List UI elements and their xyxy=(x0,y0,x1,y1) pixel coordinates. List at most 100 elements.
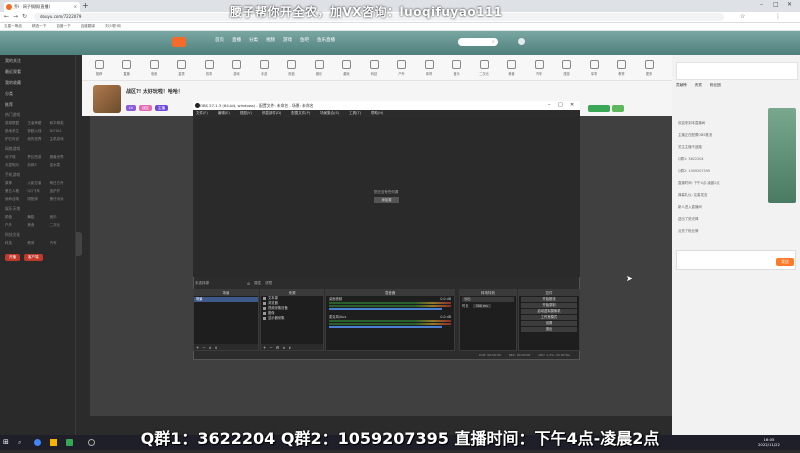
bookmark-item[interactable]: 精选一下 xyxy=(32,24,46,29)
sidebar-collapse-handle[interactable] xyxy=(76,232,82,256)
share-button[interactable] xyxy=(612,105,624,112)
remove-scene-icon[interactable]: − xyxy=(202,345,205,350)
sidebar-link[interactable]: 剑网3 xyxy=(27,163,47,168)
bookmark-item[interactable]: 刘少聪·网 xyxy=(105,24,121,29)
category-item[interactable]: 星秀 xyxy=(175,60,189,76)
sidebar-link[interactable]: 第五人格 xyxy=(5,189,25,194)
bookmark-item[interactable]: 百度一下 xyxy=(56,24,70,29)
sidebar-item-follow[interactable]: 我的关注 xyxy=(0,55,75,66)
sidebar-link[interactable]: QQ飞车 xyxy=(27,189,47,194)
gear-icon[interactable]: ⚙ xyxy=(276,345,280,350)
maximize-button[interactable]: □ xyxy=(773,1,779,8)
add-scene-icon[interactable]: + xyxy=(196,345,199,350)
sidebar-link[interactable]: 穿越火线 xyxy=(27,129,47,134)
sidebar-link[interactable]: 颜值 xyxy=(5,215,25,220)
nav-yule[interactable]: 鱼乐直播 xyxy=(317,37,335,43)
nav-games[interactable]: 游戏 xyxy=(283,37,292,43)
sidebar-link[interactable]: 逆水寒 xyxy=(50,163,70,168)
category-item[interactable]: 军事 xyxy=(587,60,601,76)
sidebar-link[interactable]: 地下城 xyxy=(5,155,25,160)
obs-minimize-button[interactable]: – xyxy=(548,102,551,108)
sidebar-item-category[interactable]: 分类 xyxy=(0,88,75,99)
category-item[interactable]: 推荐 xyxy=(92,60,106,76)
sidebar-link[interactable]: 科技 xyxy=(5,241,25,246)
sidebar-link[interactable]: 户外 xyxy=(5,223,25,228)
category-item[interactable]: 更多 xyxy=(642,60,656,76)
sidebar-link[interactable]: 教育 xyxy=(27,241,47,246)
sidebar-link[interactable]: 美食 xyxy=(27,223,47,228)
transition-select[interactable]: 淡出 xyxy=(462,297,514,302)
nav-video[interactable]: 视频 xyxy=(266,37,275,43)
sidebar-link[interactable]: 我的世界 xyxy=(27,137,47,142)
forward-icon[interactable]: → xyxy=(13,13,18,20)
bookmark-item[interactable]: 百度翻译 xyxy=(81,24,95,29)
sidebar-link[interactable]: 音乐 xyxy=(50,215,70,220)
sidebar-link[interactable]: 魔兽世界 xyxy=(50,155,70,160)
category-item[interactable]: 娱乐 xyxy=(312,60,326,76)
avatar[interactable] xyxy=(518,38,525,45)
move-up-icon[interactable]: ∧ xyxy=(209,345,212,350)
sidebar-link[interactable]: 舞蹈 xyxy=(27,215,47,220)
duration-input[interactable]: 300 ms xyxy=(472,303,491,308)
search-icon[interactable]: ⌕ xyxy=(492,39,495,45)
sidebar-link[interactable]: 主机游戏 xyxy=(50,137,70,142)
sidebar-link[interactable]: 明日方舟 xyxy=(50,181,70,186)
minimize-button[interactable]: – xyxy=(760,1,763,8)
sidebar-link[interactable]: 梦幻西游 xyxy=(27,155,47,160)
gear-icon[interactable]: ⚙ xyxy=(247,282,250,286)
volume-slider[interactable] xyxy=(329,326,442,328)
category-item[interactable]: 游戏 xyxy=(230,60,244,76)
filters-button[interactable]: 滤镜 xyxy=(265,281,272,286)
obs-close-button[interactable]: ✕ xyxy=(570,102,574,108)
source-item[interactable]: 显示器采集 xyxy=(261,316,323,321)
menu-icon[interactable]: ⋮ xyxy=(775,13,781,20)
obs-menu-scene-collection[interactable]: 场景集合(S) xyxy=(320,111,339,116)
nav-home[interactable]: 首页 xyxy=(215,37,224,43)
remove-source-icon[interactable]: − xyxy=(269,345,272,350)
obs-menu-help[interactable]: 帮助(H) xyxy=(371,111,383,116)
exit-button[interactable]: 退出 xyxy=(521,327,577,332)
scene-item[interactable]: 场景 xyxy=(194,297,258,302)
sidebar-link[interactable]: 火影忍者 xyxy=(27,181,47,186)
volume-slider[interactable] xyxy=(329,308,442,310)
sidebar-link[interactable]: 二次元 xyxy=(50,223,70,228)
sidebar-link[interactable]: 和平精英 xyxy=(50,121,70,126)
nav-yuba[interactable]: 鱼吧 xyxy=(300,37,309,43)
category-item[interactable]: 手游 xyxy=(257,60,271,76)
side-promo-image[interactable] xyxy=(768,108,796,203)
category-item[interactable]: 趣玩 xyxy=(340,60,354,76)
browser-tab[interactable]: 乔i · 网子锅锅(直播) × xyxy=(4,2,80,12)
category-item[interactable]: 二次元 xyxy=(477,60,491,76)
category-item[interactable]: 颜值 xyxy=(285,60,299,76)
obs-menu-file[interactable]: 文件(F) xyxy=(196,111,208,116)
obs-menu-tools[interactable]: 工具(T) xyxy=(349,111,361,116)
sidebar-link[interactable]: 使命召唤 xyxy=(5,197,25,202)
start-recording-button[interactable]: 开始录制 xyxy=(521,303,577,308)
sidebar-link[interactable]: 炉石传说 xyxy=(5,137,25,142)
ad-banner[interactable] xyxy=(676,62,798,80)
sidebar-item-recommend[interactable]: 推荐 xyxy=(0,99,75,110)
category-item[interactable]: 教育 xyxy=(615,60,629,76)
studio-mode-button[interactable]: 工作室模式 xyxy=(521,315,577,320)
category-item[interactable]: 户外 xyxy=(395,60,409,76)
category-item[interactable]: 体育 xyxy=(422,60,436,76)
category-item[interactable]: 音乐 xyxy=(450,60,464,76)
category-item[interactable]: 直播 xyxy=(120,60,134,76)
move-down-icon[interactable]: ∨ xyxy=(215,345,218,350)
category-item[interactable]: 电竞 xyxy=(147,60,161,76)
move-up-icon[interactable]: ∧ xyxy=(282,345,285,350)
category-item[interactable]: 旅游 xyxy=(560,60,574,76)
category-item[interactable]: 科技 xyxy=(367,60,381,76)
obs-menu-edit[interactable]: 编辑(E) xyxy=(218,111,230,116)
obs-menu-profile[interactable]: 配置文件(P) xyxy=(291,111,310,116)
sidebar-link[interactable]: 王者荣耀 xyxy=(27,121,47,126)
category-item[interactable]: 赛事 xyxy=(202,60,216,76)
category-tag[interactable]: 战区 xyxy=(138,105,152,111)
sidebar-link[interactable]: 英雄联盟 xyxy=(5,121,25,126)
add-source-icon[interactable]: + xyxy=(263,345,266,350)
properties-button[interactable]: 属性 xyxy=(254,281,261,286)
move-down-icon[interactable]: ∨ xyxy=(288,345,291,350)
add-source-button[interactable]: 添加源 xyxy=(374,197,399,203)
sidebar-link[interactable]: 汽车 xyxy=(50,241,70,246)
reload-icon[interactable]: ↻ xyxy=(22,13,27,20)
